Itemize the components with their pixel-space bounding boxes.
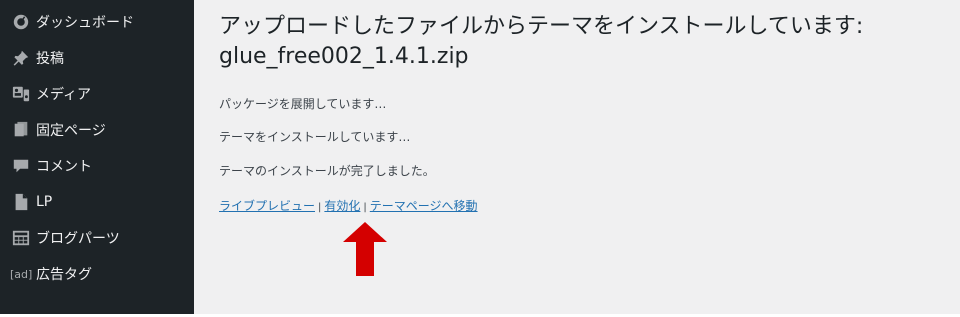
main-content: アップロードしたファイルからテーマをインストールしています: glue_free… [194, 0, 960, 314]
link-separator: | [318, 202, 322, 213]
status-message-complete: テーマのインストールが完了しました。 [219, 164, 435, 178]
sidebar-item-label: ブログパーツ [36, 231, 120, 247]
status-message-installing: テーマをインストールしています… [219, 130, 411, 144]
status-message-unpacking: パッケージを展開しています… [219, 97, 387, 111]
sidebar-item-pages[interactable]: 固定ページ [0, 112, 194, 148]
sidebar-item-label: LP [36, 194, 53, 210]
action-links: ライブプレビュー | 有効化 | テーマページへ移動 [219, 197, 478, 214]
sidebar-item-lp[interactable]: LP [0, 184, 194, 220]
document-icon [12, 193, 30, 211]
sidebar-item-label: 投稿 [36, 51, 64, 67]
page-icon [12, 121, 30, 139]
grid-icon [12, 229, 30, 247]
media-icon [12, 85, 30, 103]
admin-sidebar: ダッシュボード 投稿 メディア 固定ページ コメント LP ブログパーツ [ad… [0, 0, 194, 314]
activate-link[interactable]: 有効化 [324, 199, 360, 213]
sidebar-item-ad-tags[interactable]: [ad] 広告タグ [0, 256, 194, 292]
live-preview-link[interactable]: ライブプレビュー [219, 199, 315, 213]
sidebar-item-media[interactable]: メディア [0, 76, 194, 112]
page-title: アップロードしたファイルからテーマをインストールしています: glue_free… [219, 14, 864, 69]
ad-icon: [ad] [10, 267, 33, 281]
sidebar-item-label: メディア [36, 87, 92, 103]
sidebar-item-posts[interactable]: 投稿 [0, 40, 194, 76]
sidebar-item-comments[interactable]: コメント [0, 148, 194, 184]
sidebar-item-label: 広告タグ [36, 267, 92, 283]
dashboard-icon [12, 13, 30, 31]
theme-page-link[interactable]: テーマページへ移動 [370, 199, 478, 213]
sidebar-item-blog-parts[interactable]: ブログパーツ [0, 220, 194, 256]
link-separator: | [363, 202, 367, 213]
comment-icon [12, 157, 30, 175]
pin-icon [12, 49, 30, 67]
sidebar-item-label: コメント [36, 159, 92, 175]
sidebar-item-dashboard[interactable]: ダッシュボード [0, 4, 194, 40]
sidebar-item-label: ダッシュボード [36, 15, 134, 31]
red-arrow-annotation [343, 222, 387, 276]
sidebar-item-label: 固定ページ [36, 123, 106, 139]
